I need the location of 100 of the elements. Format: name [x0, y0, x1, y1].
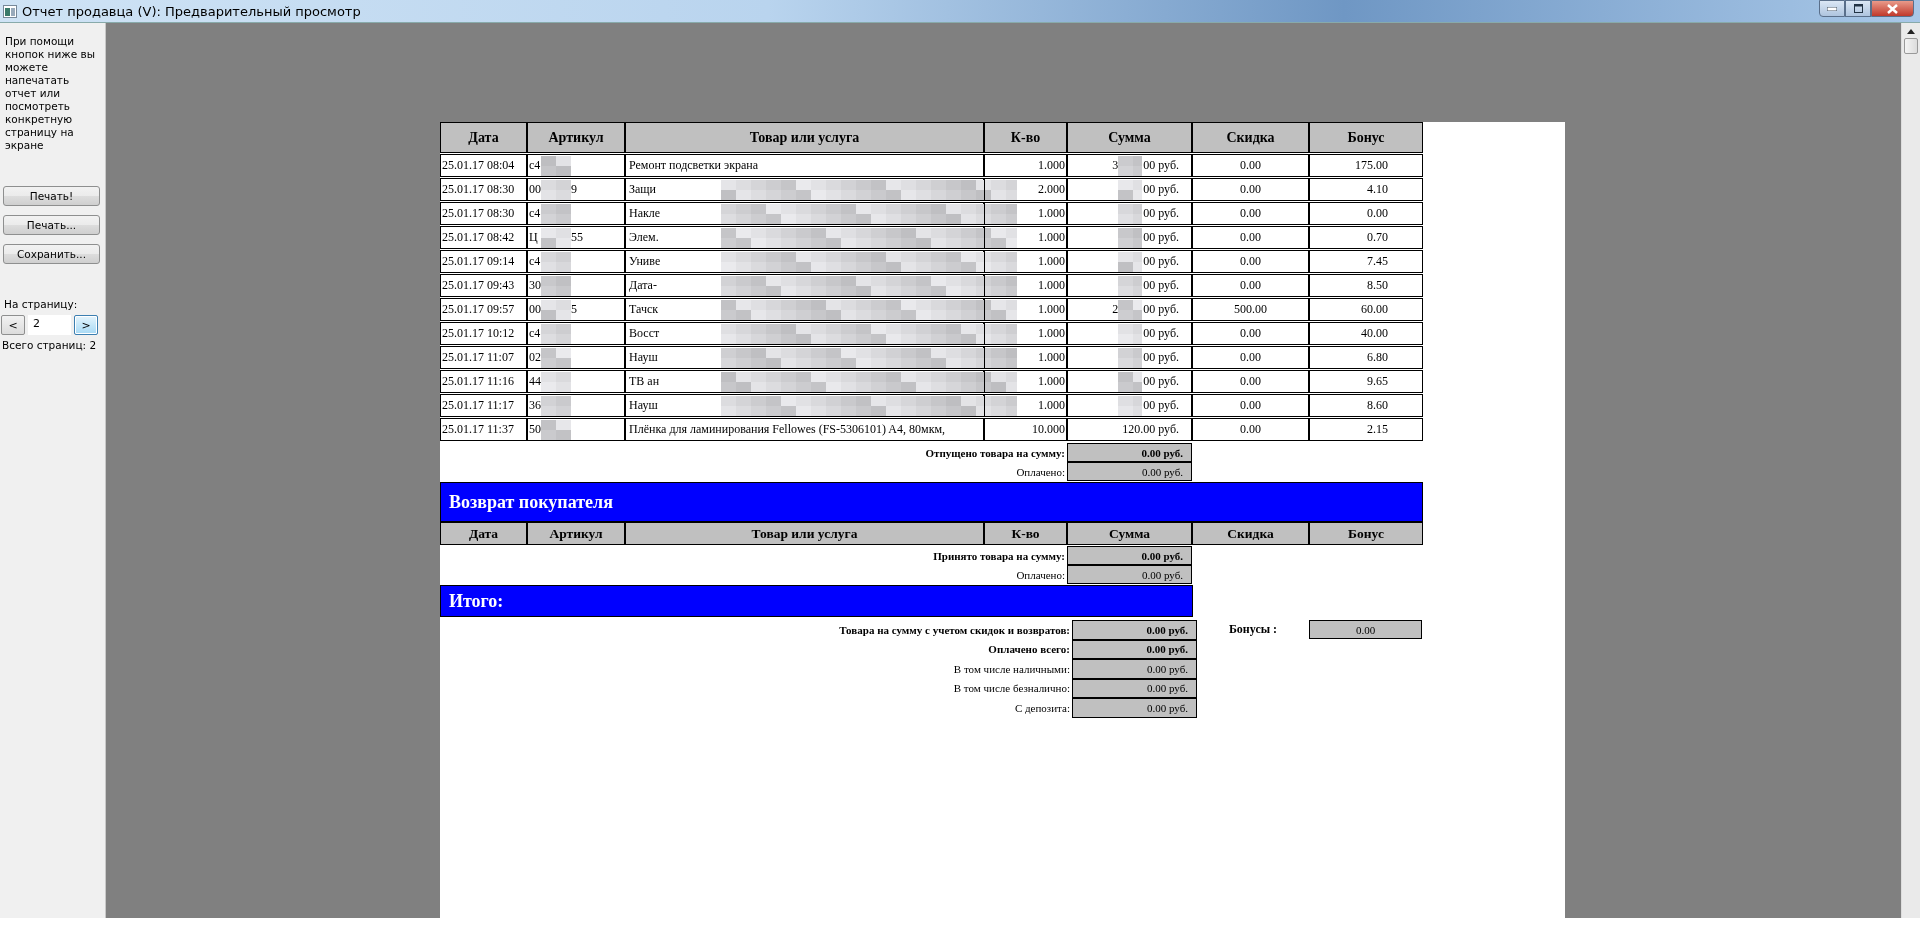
column-header: Дата — [440, 122, 527, 153]
save-button[interactable]: Сохранить... — [3, 244, 100, 264]
print-now-button[interactable]: Печать! — [3, 186, 100, 206]
summary-value: 0.00 руб. — [1067, 462, 1192, 481]
total-value: 0.00 руб. — [1072, 659, 1197, 679]
table-cell: 8.50 — [1309, 274, 1423, 297]
total-label: В том числе наличными: — [952, 662, 1071, 675]
table-cell: 120.00 руб. — [1121, 422, 1179, 437]
table-cell: 00 5 — [527, 298, 625, 321]
close-button[interactable] — [1871, 0, 1914, 17]
pixelation-mosaic — [541, 155, 571, 176]
total-value: 0.00 руб. — [1072, 698, 1197, 718]
table-cell: 00 руб. — [1142, 302, 1179, 317]
pixelation-mosaic — [541, 179, 571, 200]
table-cell: 2.000 — [984, 178, 1067, 201]
table-cell: 1.000 — [984, 346, 1067, 369]
summary-label: Принято товара на сумму: — [932, 549, 1066, 562]
table-cell: 1.000 — [984, 226, 1067, 249]
table-cell: 0.00 — [1192, 250, 1309, 273]
table-cell-text: Ремонт подсветки экрана — [628, 158, 759, 173]
table-cell: 30 — [527, 274, 625, 297]
column-header: Товар или услуга — [625, 522, 984, 545]
table-cell: 60.00 — [1309, 298, 1423, 321]
table-cell: 0.00 — [1192, 370, 1309, 393]
pixelation-mosaic — [541, 395, 571, 416]
app-icon — [3, 4, 17, 18]
table-cell: 0.00 — [1192, 226, 1309, 249]
table-cell: 44 — [527, 370, 625, 393]
table-cell: 00 руб. — [1142, 278, 1179, 293]
total-value: 0.00 руб. — [1072, 639, 1197, 659]
table-cell: 25.01.17 11:17 — [440, 394, 527, 417]
summary-value: 0.00 руб. — [1067, 565, 1192, 584]
minimize-button[interactable] — [1819, 0, 1845, 17]
pixelation-mosaic — [541, 251, 571, 272]
maximize-button[interactable] — [1845, 0, 1871, 17]
bonus-label: Бонусы : — [1227, 622, 1279, 638]
table-cell-text: Униве — [628, 254, 662, 269]
column-header: Скидка — [1192, 122, 1309, 153]
table-cell: 1.000 — [984, 370, 1067, 393]
column-header: Дата — [440, 522, 527, 545]
page-number-field[interactable]: 2 — [28, 315, 71, 335]
table-cell: 4.10 — [1309, 178, 1423, 201]
column-header: Артикул — [527, 122, 625, 153]
next-page-button[interactable]: > — [74, 315, 98, 335]
summary-value: 0.00 руб. — [1067, 546, 1192, 565]
summary-value: 0.00 руб. — [1067, 443, 1192, 462]
pixelation-mosaic — [541, 203, 571, 224]
table-cell: 25.01.17 11:16 — [440, 370, 527, 393]
total-label: Оплачено всего: — [987, 643, 1071, 656]
table-cell: 0.70 — [1309, 226, 1423, 249]
table-cell: 0.00 — [1192, 394, 1309, 417]
table-cell: 0.00 — [1192, 322, 1309, 345]
table-cell-text: Дата- — [628, 278, 658, 293]
total-value: 0.00 руб. — [1072, 678, 1197, 698]
column-header: К-во — [984, 122, 1067, 153]
total-label: С депозита: — [1013, 701, 1071, 714]
table-cell: 0.00 — [1192, 418, 1309, 441]
table-cell: 1.000 — [984, 250, 1067, 273]
table-cell: 02 — [527, 346, 625, 369]
table-cell: 2.15 — [1309, 418, 1423, 441]
close-icon — [1887, 3, 1898, 14]
total-label: В том числе безналично: — [952, 682, 1071, 695]
scrollbar-thumb[interactable] — [1904, 38, 1918, 54]
print-dialog-button[interactable]: Печать... — [3, 215, 100, 235]
table-cell: 25.01.17 08:42 — [440, 226, 527, 249]
total-value: 0.00 руб. — [1072, 620, 1197, 640]
column-header: Бонус — [1309, 522, 1423, 545]
table-cell: 3 — [1112, 158, 1119, 173]
table-cell: 36 — [527, 394, 625, 417]
table-cell: 00 руб. — [1142, 326, 1179, 341]
table-cell: 00 руб. — [1142, 254, 1179, 269]
column-header: Товар или услуга — [625, 122, 984, 153]
table-cell: 00 руб. — [1142, 206, 1179, 221]
column-header: Артикул — [527, 522, 625, 545]
table-cell-text: Науш — [628, 398, 659, 413]
column-header: Бонус — [1309, 122, 1423, 153]
table-cell: 1.000 — [984, 274, 1067, 297]
pixelation-mosaic — [541, 371, 571, 392]
pixelation-mosaic — [541, 299, 571, 320]
table-cell: 0.00 — [1192, 202, 1309, 225]
table-cell-text: Накле — [628, 206, 662, 221]
table-cell: 2 — [1112, 302, 1119, 317]
table-cell: 25.01.17 09:57 — [440, 298, 527, 321]
table-cell: 40.00 — [1309, 322, 1423, 345]
table-cell: 500.00 — [1192, 298, 1309, 321]
table-cell: 0.00 — [1309, 202, 1423, 225]
table-cell: 1.000 — [984, 322, 1067, 345]
column-header: Скидка — [1192, 522, 1309, 545]
section-header: Итого: — [440, 585, 1193, 617]
table-cell: 1.000 — [984, 394, 1067, 417]
table-cell: 25.01.17 10:12 — [440, 322, 527, 345]
column-header: Сумма — [1067, 122, 1192, 153]
maximize-icon — [1853, 4, 1863, 13]
previous-page-button[interactable]: < — [1, 315, 25, 335]
scroll-up-icon[interactable] — [1907, 29, 1915, 34]
table-cell: 1.000 — [984, 298, 1067, 321]
table-cell: 0.00 — [1192, 178, 1309, 201]
table-cell: c4 — [527, 154, 625, 177]
table-cell: 1.000 — [984, 202, 1067, 225]
column-header: К-во — [984, 522, 1067, 545]
